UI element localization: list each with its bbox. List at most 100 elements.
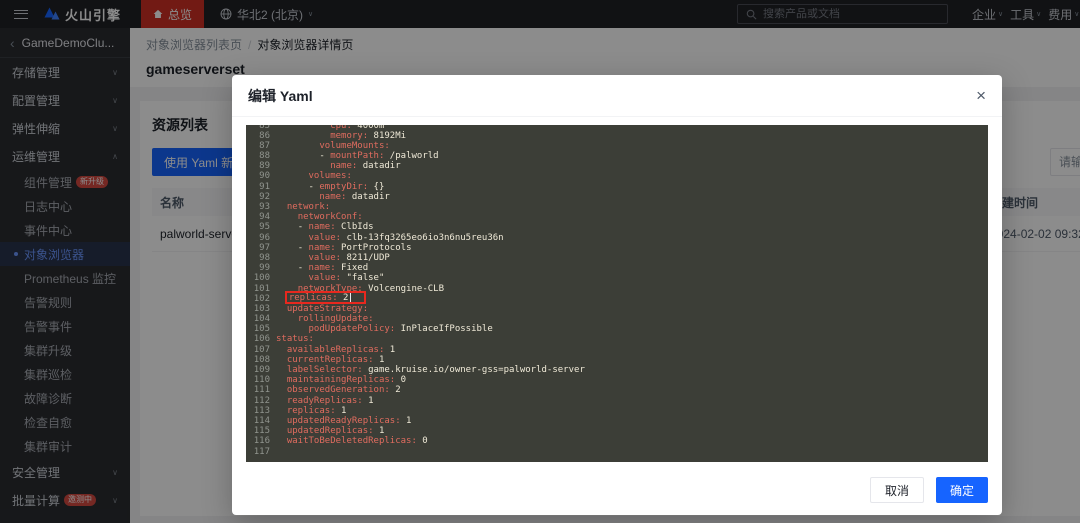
editor-line[interactable]: 117	[252, 447, 988, 457]
editor-code: availableReplicas: 1	[276, 345, 395, 355]
editor-code: name: datadir	[276, 161, 401, 171]
line-number: 98	[252, 253, 270, 263]
editor-line[interactable]: 98 value: 8211/UDP	[252, 253, 988, 263]
line-number: 97	[252, 243, 270, 253]
line-number: 113	[252, 406, 270, 416]
editor-line[interactable]: 104 rollingUpdate:	[252, 314, 988, 324]
editor-line[interactable]: 106 status:	[252, 334, 988, 344]
editor-code: readyReplicas: 1	[276, 396, 374, 406]
line-number: 91	[252, 182, 270, 192]
editor-code: rollingUpdate:	[276, 314, 374, 324]
line-number: 93	[252, 202, 270, 212]
editor-line[interactable]: 94 networkConf:	[252, 212, 988, 222]
line-number: 102	[252, 294, 270, 304]
editor-line[interactable]: 115 updatedReplicas: 1	[252, 426, 988, 436]
editor-code: value: "false"	[276, 273, 384, 283]
close-icon[interactable]: ×	[976, 87, 986, 104]
editor-line[interactable]: 105 podUpdatePolicy: InPlaceIfPossible	[252, 324, 988, 334]
line-number: 87	[252, 141, 270, 151]
editor-code: memory: 8192Mi	[276, 131, 406, 141]
editor-code: - mountPath: /palworld	[276, 151, 439, 161]
editor-code: network:	[276, 202, 330, 212]
editor-line[interactable]: 89 name: datadir	[252, 161, 988, 171]
editor-line[interactable]: 109 labelSelector: game.kruise.io/owner-…	[252, 365, 988, 375]
line-number: 90	[252, 171, 270, 181]
line-number: 116	[252, 436, 270, 446]
modal-footer: 取消 确定	[232, 462, 1002, 515]
yaml-editor[interactable]: 85 cpu: 4000m86 memory: 8192Mi87 volumeM…	[246, 125, 988, 462]
editor-line[interactable]: 92 name: datadir	[252, 192, 988, 202]
modal-header: 编辑 Yaml ×	[232, 75, 1002, 117]
line-number: 107	[252, 345, 270, 355]
editor-line[interactable]: 90 volumes:	[252, 171, 988, 181]
editor-code: replicas: 1	[276, 406, 346, 416]
editor-line[interactable]: 87 volumeMounts:	[252, 141, 988, 151]
editor-code: volumeMounts:	[276, 141, 390, 151]
editor-code: currentReplicas: 1	[276, 355, 384, 365]
line-number: 103	[252, 304, 270, 314]
editor-code: maintainingReplicas: 0	[276, 375, 406, 385]
editor-code: volumes:	[276, 171, 352, 181]
editor-code: podUpdatePolicy: InPlaceIfPossible	[276, 324, 493, 334]
editor-code: updateStrategy:	[276, 304, 368, 314]
editor-line[interactable]: 111 observedGeneration: 2	[252, 385, 988, 395]
editor-line[interactable]: 86 memory: 8192Mi	[252, 131, 988, 141]
editor-code: labelSelector: game.kruise.io/owner-gss=…	[276, 365, 585, 375]
line-number: 112	[252, 396, 270, 406]
line-number: 95	[252, 222, 270, 232]
editor-code: updatedReplicas: 1	[276, 426, 384, 436]
line-number: 86	[252, 131, 270, 141]
editor-line[interactable]: 108 currentReplicas: 1	[252, 355, 988, 365]
line-number: 106	[252, 334, 270, 344]
editor-line[interactable]: 112 readyReplicas: 1	[252, 396, 988, 406]
line-number: 110	[252, 375, 270, 385]
editor-code: - name: ClbIds	[276, 222, 374, 232]
editor-line[interactable]: 97 - name: PortProtocols	[252, 243, 988, 253]
editor-code: value: clb-13fq3265eo6io3n6nu5reu36n	[276, 233, 504, 243]
editor-code: status:	[276, 334, 314, 344]
editor-code: - emptyDir: {}	[276, 182, 384, 192]
editor-line[interactable]: 95 - name: ClbIds	[252, 222, 988, 232]
editor-line[interactable]: 103 updateStrategy:	[252, 304, 988, 314]
editor-code: - name: PortProtocols	[276, 243, 411, 253]
line-number: 88	[252, 151, 270, 161]
editor-line[interactable]: 96 value: clb-13fq3265eo6io3n6nu5reu36n	[252, 233, 988, 243]
line-number: 105	[252, 324, 270, 334]
editor-code: waitToBeDeletedReplicas: 0	[276, 436, 428, 446]
editor-code: replicas: 2	[276, 294, 366, 304]
editor-line[interactable]: 107 availableReplicas: 1	[252, 345, 988, 355]
line-number: 108	[252, 355, 270, 365]
line-number: 109	[252, 365, 270, 375]
editor-line[interactable]: 100 value: "false"	[252, 273, 988, 283]
editor-line[interactable]: 91 - emptyDir: {}	[252, 182, 988, 192]
line-number: 117	[252, 447, 270, 457]
editor-line[interactable]: 113 replicas: 1	[252, 406, 988, 416]
line-number: 115	[252, 426, 270, 436]
editor-line[interactable]: 114 updatedReadyReplicas: 1	[252, 416, 988, 426]
line-number: 104	[252, 314, 270, 324]
editor-code: value: 8211/UDP	[276, 253, 390, 263]
editor-line[interactable]: 88 - mountPath: /palworld	[252, 151, 988, 161]
yaml-editor-lines: 85 cpu: 4000m86 memory: 8192Mi87 volumeM…	[252, 125, 988, 457]
line-number: 96	[252, 233, 270, 243]
editor-code: observedGeneration: 2	[276, 385, 401, 395]
line-number: 94	[252, 212, 270, 222]
line-number: 89	[252, 161, 270, 171]
editor-line[interactable]: 110 maintainingReplicas: 0	[252, 375, 988, 385]
editor-line[interactable]: 93 network:	[252, 202, 988, 212]
line-number: 92	[252, 192, 270, 202]
editor-line[interactable]: 116 waitToBeDeletedReplicas: 0	[252, 436, 988, 446]
line-number: 114	[252, 416, 270, 426]
edit-yaml-modal: 编辑 Yaml × 85 cpu: 4000m86 memory: 8192Mi…	[232, 75, 1002, 515]
editor-line[interactable]: 99 - name: Fixed	[252, 263, 988, 273]
editor-code: - name: Fixed	[276, 263, 368, 273]
editor-code: updatedReadyReplicas: 1	[276, 416, 411, 426]
confirm-button[interactable]: 确定	[936, 477, 988, 503]
annotation-box: replicas: 2	[285, 291, 367, 304]
line-number: 100	[252, 273, 270, 283]
line-number: 99	[252, 263, 270, 273]
editor-code: name: datadir	[276, 192, 390, 202]
line-number: 111	[252, 385, 270, 395]
editor-line[interactable]: 102 replicas: 2	[252, 294, 988, 304]
cancel-button[interactable]: 取消	[870, 477, 924, 503]
